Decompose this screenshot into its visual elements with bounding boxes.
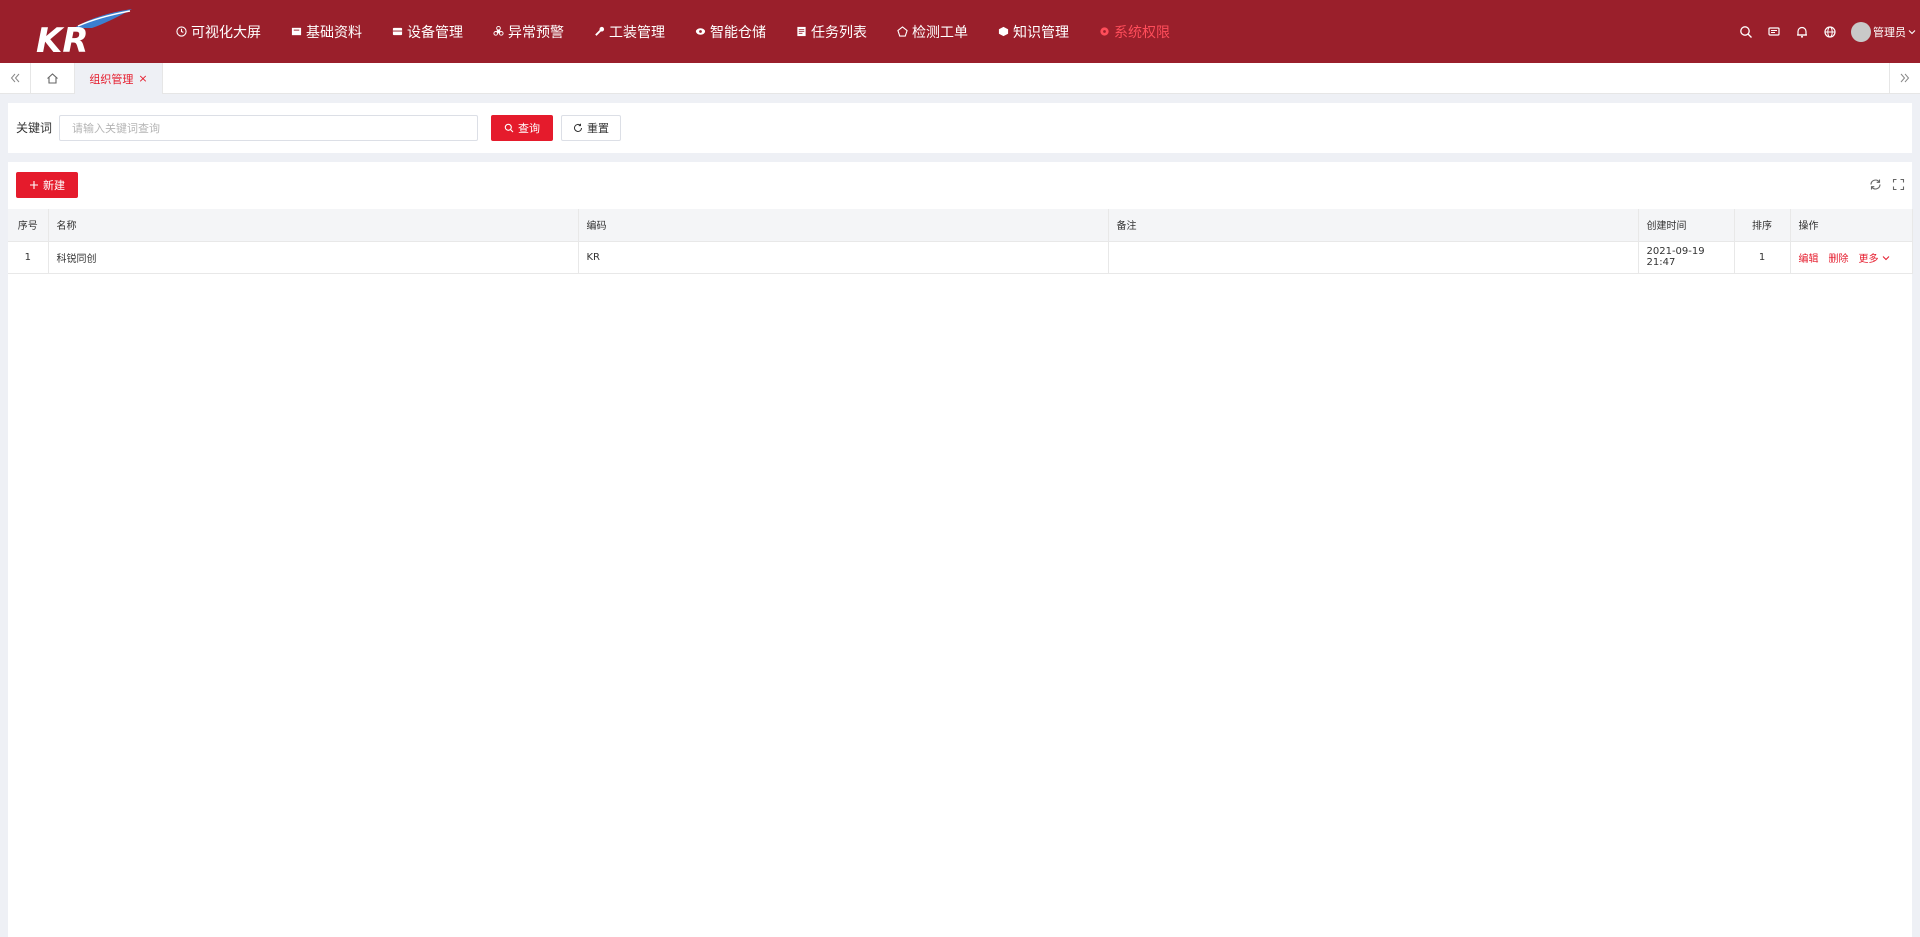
clock-icon (176, 26, 187, 37)
tab-label: 组织管理 (89, 72, 134, 86)
top-header: KR 可视化大屏 基础资料 设备管理 异常预警 工装管理 智能仓储 任务列表 检… (0, 0, 1920, 63)
search-icon[interactable] (1739, 25, 1753, 39)
double-chevron-right-icon (1900, 73, 1910, 83)
inspect-icon (897, 26, 908, 37)
device-icon (392, 27, 403, 36)
nav-item-label: 基础资料 (306, 24, 362, 41)
nav-item-label: 工装管理 (609, 24, 665, 41)
refresh-icon (574, 123, 582, 132)
table-panel: 新建 序号 名称 编码 备注 创建时间 排序 操作 1 科锐同创 KR 2021… (8, 162, 1913, 937)
nav-item-inspection[interactable]: 检测工单 (897, 22, 968, 42)
nav-item-label: 可视化大屏 (191, 24, 261, 41)
main-nav: 可视化大屏 基础资料 设备管理 异常预警 工装管理 智能仓储 任务列表 检测工单… (176, 0, 1200, 63)
avatar[interactable] (1851, 21, 1871, 42)
cell-created: 2021-09-19 21:47 (1638, 241, 1735, 274)
eye-icon (695, 28, 706, 35)
nav-item-label: 系统权限 (1114, 24, 1170, 41)
chevron-down-icon[interactable] (1908, 28, 1916, 36)
tab-bar: 组织管理 × (0, 63, 1920, 94)
tab-home[interactable] (31, 63, 75, 93)
tabs-scroll-left-button[interactable] (0, 63, 31, 93)
folder-icon (291, 27, 302, 36)
nav-item-knowledge[interactable]: 知识管理 (998, 22, 1069, 42)
wrench-icon (595, 26, 605, 36)
table-header-row: 序号 名称 编码 备注 创建时间 排序 操作 (8, 209, 1913, 242)
nav-item-label: 检测工单 (912, 24, 968, 41)
book-icon (998, 26, 1009, 37)
list-icon (797, 26, 806, 37)
settings-icon (1100, 27, 1109, 36)
nav-item-tasks[interactable]: 任务列表 (796, 22, 867, 42)
fullscreen-icon[interactable] (1892, 178, 1905, 191)
column-header-name: 名称 (48, 209, 579, 242)
cell-remark (1108, 241, 1639, 274)
nav-item-label: 知识管理 (1013, 24, 1069, 41)
nav-item-label: 任务列表 (811, 24, 867, 41)
cell-sort: 1 (1734, 241, 1791, 274)
user-name[interactable]: 管理员 (1873, 24, 1906, 40)
message-icon[interactable] (1767, 25, 1781, 39)
nav-item-warehouse[interactable]: 智能仓储 (695, 22, 766, 42)
reset-button[interactable]: 重置 (561, 115, 621, 141)
column-header-created: 创建时间 (1638, 209, 1735, 242)
alert-icon (493, 26, 504, 36)
cell-index: 1 (8, 241, 49, 274)
tab-organization[interactable]: 组织管理 × (75, 63, 163, 94)
home-icon (47, 72, 58, 84)
nav-item-alerts[interactable]: 异常预警 (493, 22, 564, 42)
globe-icon[interactable] (1823, 25, 1837, 39)
nav-item-equipment[interactable]: 设备管理 (392, 22, 463, 42)
nav-item-system-permissions[interactable]: 系统权限 (1099, 22, 1170, 42)
nav-item-dashboard[interactable]: 可视化大屏 (176, 22, 261, 42)
chevron-down-icon (1882, 255, 1890, 260)
nav-item-basic-data[interactable]: 基础资料 (291, 22, 362, 42)
column-header-remark: 备注 (1108, 209, 1639, 242)
nav-item-label: 设备管理 (407, 24, 463, 41)
refresh-icon[interactable] (1869, 178, 1882, 191)
column-header-sort: 排序 (1734, 209, 1791, 242)
header-tools: 管理员 (1739, 0, 1920, 63)
tabs-scroll-right-button[interactable] (1889, 63, 1920, 93)
plus-icon (30, 181, 38, 189)
search-panel: 关键词 查询 重置 (8, 103, 1912, 153)
close-icon[interactable]: × (138, 72, 147, 85)
more-link[interactable]: 更多 (1859, 254, 1890, 265)
logo-text: KR (36, 21, 89, 56)
cell-code: KR (578, 241, 1109, 274)
reset-button-label: 重置 (587, 122, 609, 135)
nav-item-tooling[interactable]: 工装管理 (594, 22, 665, 42)
column-header-index: 序号 (8, 209, 49, 242)
query-button-label: 查询 (518, 122, 540, 135)
keyword-label: 关键词 (16, 121, 53, 135)
nav-item-label: 异常预警 (508, 24, 564, 41)
table-row: 1 科锐同创 KR 2021-09-19 21:47 1 编辑 删除 更多 (8, 241, 1913, 274)
kr-logo[interactable]: KR (34, 6, 134, 61)
keyword-input[interactable] (59, 115, 478, 141)
more-link-label: 更多 (1858, 253, 1879, 265)
delete-link[interactable]: 删除 (1829, 254, 1849, 265)
query-button[interactable]: 查询 (491, 115, 553, 141)
search-icon (504, 123, 514, 133)
nav-item-label: 智能仓储 (710, 24, 766, 41)
new-button-label: 新建 (43, 179, 65, 192)
bell-icon[interactable] (1795, 25, 1809, 39)
cell-actions: 编辑 删除 更多 (1790, 241, 1913, 274)
double-chevron-left-icon (10, 73, 20, 83)
edit-link[interactable]: 编辑 (1799, 254, 1819, 265)
new-button[interactable]: 新建 (16, 172, 78, 198)
column-header-code: 编码 (578, 209, 1109, 242)
column-header-actions: 操作 (1790, 209, 1913, 242)
cell-name: 科锐同创 (48, 241, 579, 274)
organization-table: 序号 名称 编码 备注 创建时间 排序 操作 1 科锐同创 KR 2021-09… (8, 209, 1913, 274)
